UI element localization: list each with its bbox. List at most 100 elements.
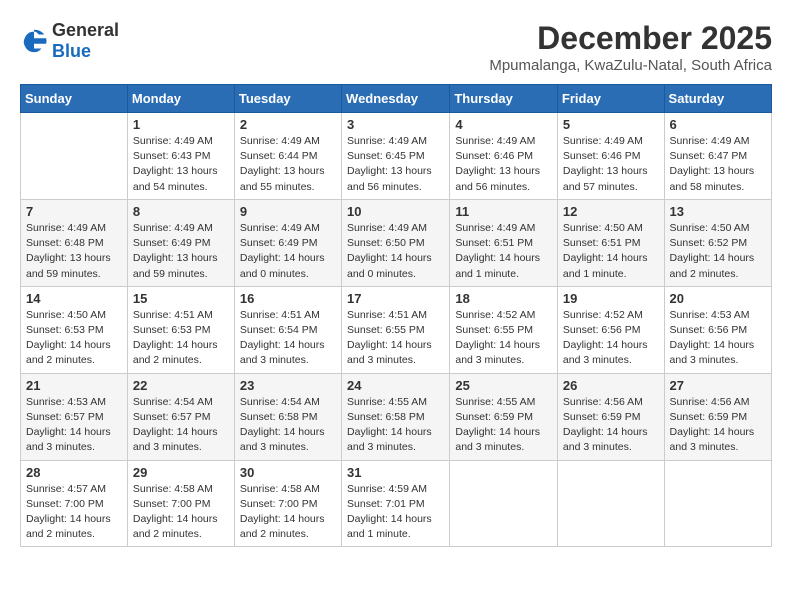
logo: General Blue bbox=[20, 20, 119, 62]
calendar-cell: 20Sunrise: 4:53 AM Sunset: 6:56 PM Dayli… bbox=[664, 286, 771, 373]
day-info: Sunrise: 4:54 AM Sunset: 6:58 PM Dayligh… bbox=[240, 395, 336, 456]
day-info: Sunrise: 4:49 AM Sunset: 6:45 PM Dayligh… bbox=[347, 134, 444, 195]
page-header: General Blue December 2025 Mpumalanga, K… bbox=[20, 20, 772, 74]
day-info: Sunrise: 4:55 AM Sunset: 6:59 PM Dayligh… bbox=[455, 395, 552, 456]
calendar-cell: 21 Sunrise: 4:53 AM Sunset: 6:57 PM Dayli… bbox=[21, 373, 128, 460]
title-block: December 2025 Mpumalanga, KwaZulu-Natal,… bbox=[489, 20, 772, 74]
calendar-table: SundayMondayTuesdayWednesdayThursdayFrid… bbox=[20, 84, 772, 547]
column-header-friday: Friday bbox=[557, 85, 664, 113]
calendar-cell bbox=[21, 113, 128, 200]
day-info: Sunrise: 4:52 AM Sunset: 6:56 PM Dayligh… bbox=[563, 308, 659, 369]
calendar-cell: 26 Sunrise: 4:56 AM Sunset: 6:59 PM Dayli… bbox=[557, 373, 664, 460]
day-info: Sunrise: 4:49 AM Sunset: 6:46 PM Dayligh… bbox=[455, 134, 552, 195]
day-number: 2 bbox=[240, 117, 336, 132]
logo-blue: Blue bbox=[52, 41, 91, 61]
day-info: Sunrise: 4:49 AM Sunset: 6:51 PM Dayligh… bbox=[455, 221, 552, 282]
calendar-cell: 1Sunrise: 4:49 AM Sunset: 6:43 PM Daylig… bbox=[127, 113, 234, 200]
column-header-thursday: Thursday bbox=[450, 85, 558, 113]
day-number: 19 bbox=[563, 291, 659, 306]
day-number: 12 bbox=[563, 204, 659, 219]
day-info: Sunrise: 4:49 AM Sunset: 6:46 PM Dayligh… bbox=[563, 134, 659, 195]
day-number: 30 bbox=[240, 465, 336, 480]
day-info: Sunrise: 4:51 AM Sunset: 6:55 PM Dayligh… bbox=[347, 308, 444, 369]
day-info: Sunrise: 4:49 AM Sunset: 6:50 PM Dayligh… bbox=[347, 221, 444, 282]
day-number: 15 bbox=[133, 291, 229, 306]
day-number: 1 bbox=[133, 117, 229, 132]
logo-text: General Blue bbox=[52, 20, 119, 62]
day-info: Sunrise: 4:49 AM Sunset: 6:47 PM Dayligh… bbox=[670, 134, 766, 195]
day-number: 16 bbox=[240, 291, 336, 306]
day-number: 10 bbox=[347, 204, 444, 219]
day-info: Sunrise: 4:58 AM Sunset: 7:00 PM Dayligh… bbox=[240, 482, 336, 543]
calendar-cell: 24 Sunrise: 4:55 AM Sunset: 6:58 PM Dayli… bbox=[342, 373, 450, 460]
day-info: Sunrise: 4:54 AM Sunset: 6:57 PM Dayligh… bbox=[133, 395, 229, 456]
calendar-cell: 17 Sunrise: 4:51 AM Sunset: 6:55 PM Dayli… bbox=[342, 286, 450, 373]
day-info: Sunrise: 4:51 AM Sunset: 6:54 PM Dayligh… bbox=[240, 308, 336, 369]
calendar-cell: 18 Sunrise: 4:52 AM Sunset: 6:55 PM Dayli… bbox=[450, 286, 558, 373]
day-number: 13 bbox=[670, 204, 766, 219]
calendar-cell bbox=[450, 460, 558, 547]
logo-general: General bbox=[52, 20, 119, 40]
day-number: 24 bbox=[347, 378, 444, 393]
calendar-cell: 22 Sunrise: 4:54 AM Sunset: 6:57 PM Dayli… bbox=[127, 373, 234, 460]
calendar-header: SundayMondayTuesdayWednesdayThursdayFrid… bbox=[21, 85, 772, 113]
day-info: Sunrise: 4:49 AM Sunset: 6:49 PM Dayligh… bbox=[240, 221, 336, 282]
calendar-cell: 19 Sunrise: 4:52 AM Sunset: 6:56 PM Dayli… bbox=[557, 286, 664, 373]
day-number: 8 bbox=[133, 204, 229, 219]
day-info: Sunrise: 4:49 AM Sunset: 6:44 PM Dayligh… bbox=[240, 134, 336, 195]
day-info: Sunrise: 4:51 AM Sunset: 6:53 PM Dayligh… bbox=[133, 308, 229, 369]
calendar-cell: 15 Sunrise: 4:51 AM Sunset: 6:53 PM Dayli… bbox=[127, 286, 234, 373]
calendar-cell: 8 Sunrise: 4:49 AM Sunset: 6:49 PM Daylig… bbox=[127, 199, 234, 286]
day-info: Sunrise: 4:49 AM Sunset: 6:49 PM Dayligh… bbox=[133, 221, 229, 282]
day-info: Sunrise: 4:49 AM Sunset: 6:48 PM Dayligh… bbox=[26, 221, 122, 282]
calendar-body: 1Sunrise: 4:49 AM Sunset: 6:43 PM Daylig… bbox=[21, 113, 772, 547]
day-number: 4 bbox=[455, 117, 552, 132]
calendar-cell: 6 Sunrise: 4:49 AM Sunset: 6:47 PM Daylig… bbox=[664, 113, 771, 200]
calendar-week-3: 14Sunrise: 4:50 AM Sunset: 6:53 PM Dayli… bbox=[21, 286, 772, 373]
calendar-cell: 31Sunrise: 4:59 AM Sunset: 7:01 PM Dayli… bbox=[342, 460, 450, 547]
location-title: Mpumalanga, KwaZulu-Natal, South Africa bbox=[489, 57, 772, 74]
day-number: 26 bbox=[563, 378, 659, 393]
day-info: Sunrise: 4:50 AM Sunset: 6:53 PM Dayligh… bbox=[26, 308, 122, 369]
day-number: 23 bbox=[240, 378, 336, 393]
day-info: Sunrise: 4:56 AM Sunset: 6:59 PM Dayligh… bbox=[563, 395, 659, 456]
day-number: 17 bbox=[347, 291, 444, 306]
day-number: 22 bbox=[133, 378, 229, 393]
day-number: 28 bbox=[26, 465, 122, 480]
day-info: Sunrise: 4:52 AM Sunset: 6:55 PM Dayligh… bbox=[455, 308, 552, 369]
calendar-cell: 14Sunrise: 4:50 AM Sunset: 6:53 PM Dayli… bbox=[21, 286, 128, 373]
calendar-cell: 16 Sunrise: 4:51 AM Sunset: 6:54 PM Dayli… bbox=[234, 286, 341, 373]
calendar-cell: 3 Sunrise: 4:49 AM Sunset: 6:45 PM Daylig… bbox=[342, 113, 450, 200]
calendar-cell: 12Sunrise: 4:50 AM Sunset: 6:51 PM Dayli… bbox=[557, 199, 664, 286]
column-header-tuesday: Tuesday bbox=[234, 85, 341, 113]
day-info: Sunrise: 4:55 AM Sunset: 6:58 PM Dayligh… bbox=[347, 395, 444, 456]
calendar-cell: 2 Sunrise: 4:49 AM Sunset: 6:44 PM Daylig… bbox=[234, 113, 341, 200]
day-number: 5 bbox=[563, 117, 659, 132]
calendar-cell: 5 Sunrise: 4:49 AM Sunset: 6:46 PM Daylig… bbox=[557, 113, 664, 200]
calendar-week-5: 28 Sunrise: 4:57 AM Sunset: 7:00 PM Dayli… bbox=[21, 460, 772, 547]
day-number: 20 bbox=[670, 291, 766, 306]
day-info: Sunrise: 4:58 AM Sunset: 7:00 PM Dayligh… bbox=[133, 482, 229, 543]
day-number: 7 bbox=[26, 204, 122, 219]
day-info: Sunrise: 4:57 AM Sunset: 7:00 PM Dayligh… bbox=[26, 482, 122, 543]
day-number: 11 bbox=[455, 204, 552, 219]
day-number: 25 bbox=[455, 378, 552, 393]
calendar-cell: 28 Sunrise: 4:57 AM Sunset: 7:00 PM Dayli… bbox=[21, 460, 128, 547]
day-number: 21 bbox=[26, 378, 122, 393]
column-header-monday: Monday bbox=[127, 85, 234, 113]
calendar-cell bbox=[664, 460, 771, 547]
calendar-cell: 4 Sunrise: 4:49 AM Sunset: 6:46 PM Daylig… bbox=[450, 113, 558, 200]
calendar-cell: 27Sunrise: 4:56 AM Sunset: 6:59 PM Dayli… bbox=[664, 373, 771, 460]
column-header-saturday: Saturday bbox=[664, 85, 771, 113]
calendar-cell bbox=[557, 460, 664, 547]
calendar-cell: 11 Sunrise: 4:49 AM Sunset: 6:51 PM Dayli… bbox=[450, 199, 558, 286]
column-header-wednesday: Wednesday bbox=[342, 85, 450, 113]
day-number: 31 bbox=[347, 465, 444, 480]
calendar-cell: 13Sunrise: 4:50 AM Sunset: 6:52 PM Dayli… bbox=[664, 199, 771, 286]
day-info: Sunrise: 4:53 AM Sunset: 6:57 PM Dayligh… bbox=[26, 395, 122, 456]
day-number: 6 bbox=[670, 117, 766, 132]
calendar-cell: 29Sunrise: 4:58 AM Sunset: 7:00 PM Dayli… bbox=[127, 460, 234, 547]
day-number: 18 bbox=[455, 291, 552, 306]
month-title: December 2025 bbox=[489, 20, 772, 57]
day-number: 3 bbox=[347, 117, 444, 132]
